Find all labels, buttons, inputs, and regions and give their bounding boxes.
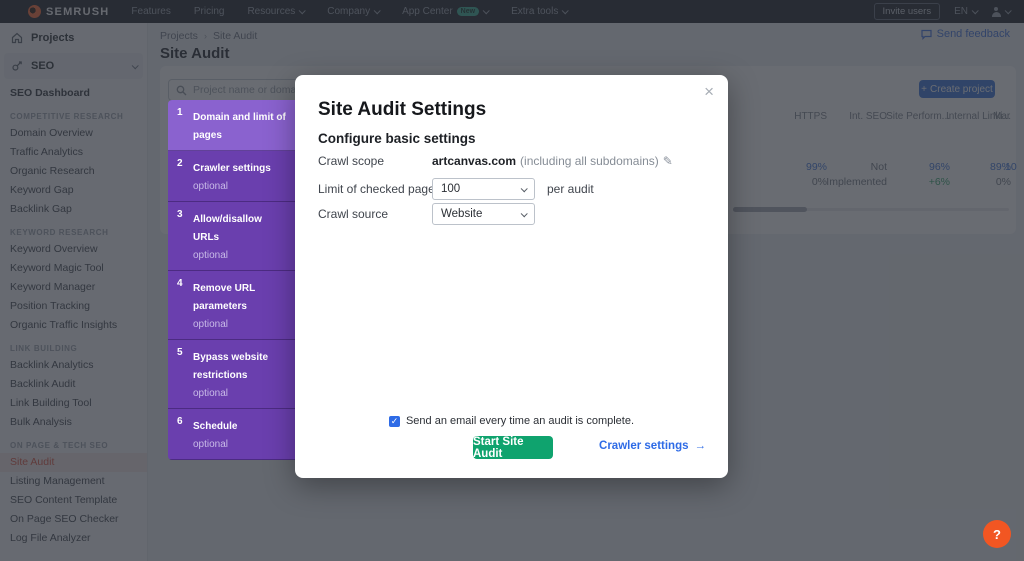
modal-subtitle: Configure basic settings xyxy=(318,131,476,146)
crawler-settings-link[interactable]: Crawler settings → xyxy=(599,440,706,452)
crawl-scope-value: artcanvas.com (including all subdomains)… xyxy=(432,154,673,168)
chevron-down-icon xyxy=(520,209,528,217)
help-button[interactable]: ? xyxy=(983,520,1011,548)
app-window: SEMRUSH Features Pricing Resources Compa… xyxy=(0,0,1024,561)
site-audit-settings-modal: × Site Audit Settings Configure basic se… xyxy=(295,75,728,478)
wizard-step-remove-url-parameters[interactable]: 4 Remove URL parameters optional xyxy=(168,271,295,340)
arrow-right-icon: → xyxy=(694,440,707,452)
limit-of-checked-pages-label: Limit of checked pages xyxy=(318,182,441,196)
wizard-step-bypass-restrictions[interactable]: 5 Bypass website restrictions optional xyxy=(168,340,295,409)
per-audit-label: per audit xyxy=(547,182,594,196)
crawl-scope-label: Crawl scope xyxy=(318,154,385,168)
limit-of-checked-pages-select[interactable]: 100 xyxy=(432,178,535,200)
crawl-source-label: Crawl source xyxy=(318,207,389,221)
crawl-source-select[interactable]: Website xyxy=(432,203,535,225)
email-checkbox-label: Send an email every time an audit is com… xyxy=(405,415,635,427)
email-notification-row: ✓ Send an email every time an audit is c… xyxy=(295,415,728,427)
modal-title: Site Audit Settings xyxy=(318,99,487,120)
edit-pencil-icon[interactable]: ✎ xyxy=(663,154,673,168)
wizard-step-crawler-settings[interactable]: 2 Crawler settings optional xyxy=(168,151,295,202)
email-checkbox[interactable]: ✓ xyxy=(388,415,400,427)
wizard-step-schedule[interactable]: 6 Schedule optional xyxy=(168,409,295,460)
chevron-down-icon xyxy=(520,184,528,192)
close-icon[interactable]: × xyxy=(704,83,714,100)
settings-wizard-steps: 1 Domain and limit of pages 2 Crawler se… xyxy=(168,100,295,460)
wizard-step-allow-disallow[interactable]: 3 Allow/disallow URLs optional xyxy=(168,202,295,271)
start-site-audit-button[interactable]: Start Site Audit xyxy=(473,436,553,460)
wizard-step-domain[interactable]: 1 Domain and limit of pages xyxy=(168,100,295,151)
